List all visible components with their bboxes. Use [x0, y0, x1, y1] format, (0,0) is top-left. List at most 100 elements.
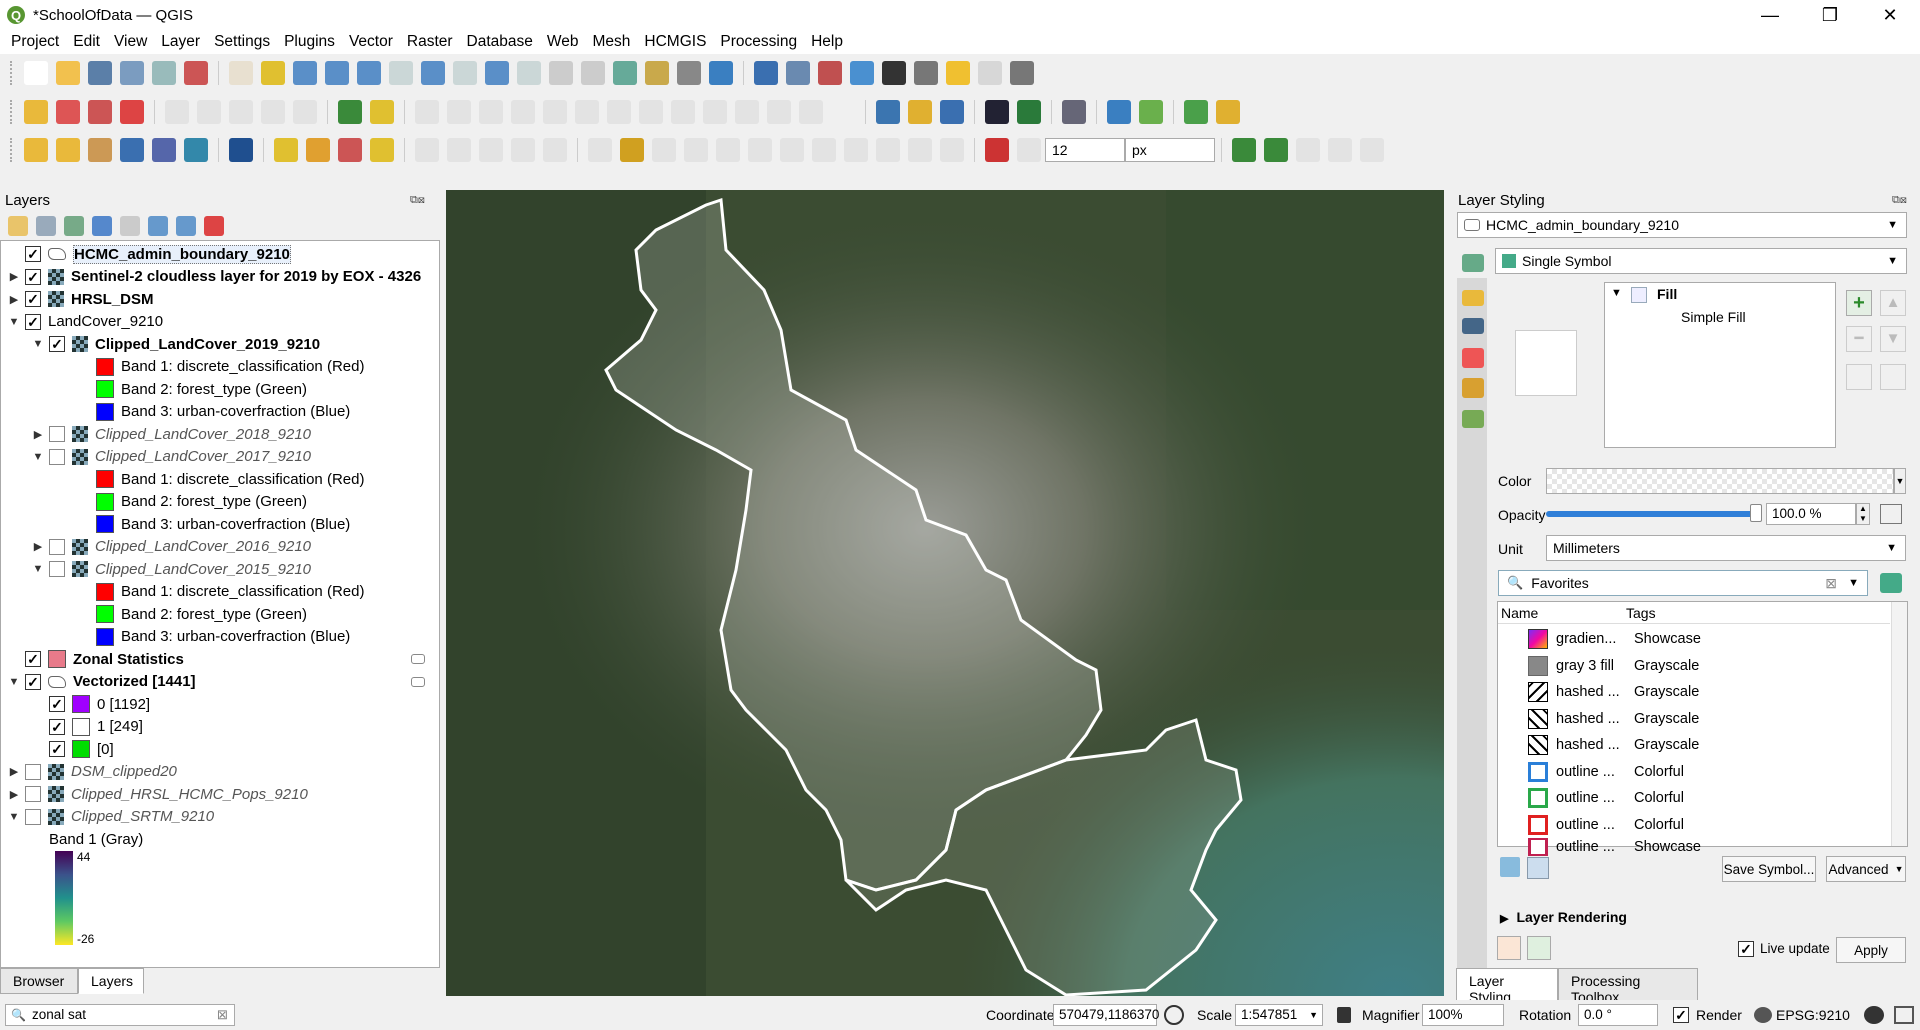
- save-symbol-button[interactable]: Save Symbol...: [1722, 856, 1816, 882]
- add-poly-icon[interactable]: [543, 138, 567, 162]
- layer-visibility-checkbox[interactable]: ✓: [49, 696, 65, 712]
- masks-tab-icon[interactable]: [1462, 318, 1484, 334]
- layer-visibility-checkbox[interactable]: [49, 538, 65, 555]
- qgis-tool-icon[interactable]: [1216, 100, 1240, 124]
- digitize-12-icon[interactable]: [799, 100, 823, 124]
- menu-processing[interactable]: Processing: [713, 33, 804, 51]
- add-layer-icon[interactable]: [88, 138, 112, 162]
- favorites-search[interactable]: 🔍 Favorites ⊠ ▼: [1498, 570, 1868, 596]
- layer-visibility-checkbox[interactable]: [25, 808, 41, 825]
- map-canvas[interactable]: [446, 190, 1444, 996]
- show-bookmarks-icon[interactable]: [645, 61, 669, 85]
- change-label-icon[interactable]: [293, 100, 317, 124]
- open-project-icon[interactable]: [56, 61, 80, 85]
- metasearch-icon[interactable]: [1017, 100, 1041, 124]
- style-manager-icon[interactable]: [184, 61, 208, 85]
- lock-symbol-layer-button[interactable]: [1880, 364, 1906, 390]
- cut-icon[interactable]: [812, 138, 836, 162]
- hcmgis-tool-icon[interactable]: [370, 100, 394, 124]
- plugin-a-icon[interactable]: [1107, 100, 1131, 124]
- expand-arrow-icon[interactable]: ▶: [7, 293, 21, 306]
- collapse-arrow-icon[interactable]: ▼: [31, 451, 45, 463]
- zoom-last-icon[interactable]: [485, 61, 509, 85]
- layer-row[interactable]: ▼ Clipped_LandCover_2015_9210: [31, 558, 311, 580]
- zoom-to-layer-icon[interactable]: [421, 61, 445, 85]
- new-project-icon[interactable]: [24, 61, 48, 85]
- move-down-button[interactable]: ▼: [1880, 326, 1906, 352]
- color-dropdown-icon[interactable]: ▼: [1894, 468, 1906, 494]
- save-project-icon[interactable]: [88, 61, 112, 85]
- collapse-all-icon[interactable]: [176, 216, 196, 236]
- symbol-list-item[interactable]: gradien... Showcase: [1498, 626, 1890, 652]
- layer-visibility-checkbox[interactable]: ✓: [49, 336, 65, 352]
- layer-row[interactable]: ▼ ✓ Vectorized [1441]: [7, 671, 196, 693]
- rotation-field[interactable]: 0.0 °: [1578, 1004, 1658, 1026]
- panel-float-close-icon[interactable]: ⧉⊠: [410, 194, 425, 207]
- zoom-out-icon[interactable]: [325, 61, 349, 85]
- annotation-icon[interactable]: [978, 61, 1002, 85]
- layer-row[interactable]: Band 1 (Gray): [49, 828, 143, 850]
- expand-arrow-icon[interactable]: ▶: [31, 428, 45, 441]
- layer-visibility-checkbox[interactable]: [49, 426, 65, 442]
- symbol-tree-fill[interactable]: Fill: [1657, 286, 1677, 302]
- toggle-label-icon[interactable]: [120, 100, 144, 124]
- digitize-3-icon[interactable]: [511, 100, 535, 124]
- digitize-8-icon[interactable]: [671, 100, 695, 124]
- collapse-arrow-icon[interactable]: ▼: [31, 338, 45, 350]
- collapse-arrow-icon[interactable]: ▼: [7, 316, 21, 328]
- layer-visibility-checkbox[interactable]: ✓: [49, 741, 65, 757]
- legend-item[interactable]: Band 2: forest_type (Green): [55, 603, 307, 625]
- add-ellipse-icon[interactable]: [479, 138, 503, 162]
- column-name[interactable]: Name: [1501, 605, 1538, 621]
- edit-pencil-icon[interactable]: [120, 138, 144, 162]
- symbol-list-item[interactable]: gray 3 fill Grayscale: [1498, 653, 1890, 679]
- menu-raster[interactable]: Raster: [400, 33, 460, 51]
- menu-project[interactable]: Project: [4, 33, 66, 51]
- symbol-list-item[interactable]: outline ... Showcase: [1498, 838, 1890, 856]
- toolbar-grip[interactable]: [10, 100, 14, 124]
- locator-search[interactable]: 🔍 zonal sat ⊠: [5, 1004, 235, 1026]
- menu-edit[interactable]: Edit: [66, 33, 107, 51]
- magnet-icon[interactable]: [985, 138, 1009, 162]
- filter-legend-icon[interactable]: [92, 216, 112, 236]
- layer-row[interactable]: ▼ ✓ LandCover_9210: [7, 311, 164, 333]
- renderer-select[interactable]: Single Symbol ▼: [1495, 248, 1907, 274]
- legend-item[interactable]: Band 3: urban-coverfraction (Blue): [55, 513, 350, 535]
- layer-row[interactable]: ▶ Clipped_HRSL_HCMC_Pops_9210: [7, 783, 308, 805]
- field-calculator-icon[interactable]: [818, 61, 842, 85]
- digitize-11-icon[interactable]: [767, 100, 791, 124]
- bookmark-icon[interactable]: [613, 61, 637, 85]
- digitize-6-icon[interactable]: [607, 100, 631, 124]
- undo-style-icon[interactable]: [1497, 936, 1521, 960]
- x-tool-icon[interactable]: [1296, 138, 1320, 162]
- menu-settings[interactable]: Settings: [207, 33, 277, 51]
- layer-row[interactable]: ▶ ✓ HRSL_DSM: [7, 288, 154, 310]
- crs-label[interactable]: EPSG:9210: [1776, 1007, 1850, 1023]
- remove-symbol-layer-button[interactable]: ━: [1846, 326, 1872, 352]
- rotate-label-icon[interactable]: [261, 100, 285, 124]
- legend-item[interactable]: Band 1: discrete_classification (Red): [55, 581, 364, 603]
- layer-row[interactable]: ▼ Clipped_LandCover_2017_9210: [31, 446, 311, 468]
- layer-row[interactable]: ✓ HCMC_admin_boundary_9210: [7, 243, 291, 265]
- digitize-10-icon[interactable]: [735, 100, 759, 124]
- new-3d-view-icon[interactable]: [581, 61, 605, 85]
- move-label-icon[interactable]: [229, 100, 253, 124]
- add-mesh-icon[interactable]: [184, 138, 208, 162]
- deselect-icon[interactable]: [338, 138, 362, 162]
- zoom-native-icon[interactable]: [453, 61, 477, 85]
- layer-rendering-section[interactable]: ▶ Layer Rendering: [1500, 909, 1627, 925]
- z-tool-icon[interactable]: [1360, 138, 1384, 162]
- menu-view[interactable]: View: [107, 33, 154, 51]
- layer-row[interactable]: ✓ [0]: [31, 738, 114, 760]
- symbol-tree-simple-fill[interactable]: Simple Fill: [1681, 309, 1746, 325]
- snapping-tolerance-input[interactable]: 12: [1045, 138, 1125, 162]
- new-map-view-icon[interactable]: [549, 61, 573, 85]
- minimize-button[interactable]: —: [1740, 0, 1800, 30]
- legend-item[interactable]: Band 3: urban-coverfraction (Blue): [55, 626, 350, 648]
- opacity-slider[interactable]: [1546, 511, 1760, 517]
- legend-item[interactable]: Band 1: discrete_classification (Red): [55, 468, 364, 490]
- symbol-list-item[interactable]: outline ... Colorful: [1498, 759, 1890, 785]
- layer-visibility-checkbox[interactable]: [49, 561, 65, 577]
- menu-database[interactable]: Database: [460, 33, 540, 51]
- layer-visibility-checkbox[interactable]: ✓: [25, 313, 41, 330]
